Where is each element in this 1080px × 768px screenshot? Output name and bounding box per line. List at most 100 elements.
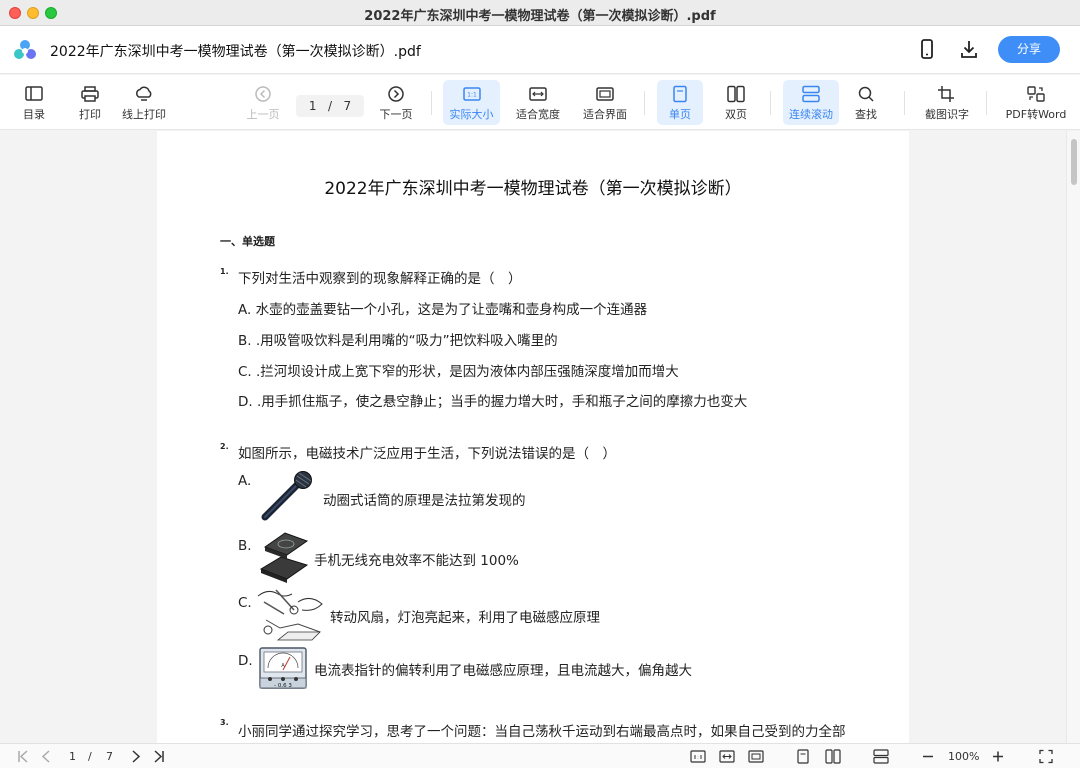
prev-page-button[interactable]: 上一页 <box>242 80 284 125</box>
window-titlebar: 2022年广东深圳中考一模物理试卷（第一次模拟诊断）.pdf <box>0 0 1080 26</box>
actual-size-icon[interactable] <box>690 748 706 765</box>
fit-screen-label: 适合界面 <box>583 108 627 121</box>
find-label: 查找 <box>855 108 877 121</box>
next-page-icon[interactable] <box>130 748 142 765</box>
fullscreen-icon[interactable] <box>1039 748 1053 765</box>
continuous-scroll-icon <box>802 85 820 103</box>
find-button[interactable]: 查找 <box>846 80 886 125</box>
pdf-to-word-label: PDF转Word <box>1005 108 1067 121</box>
fan-generator-image <box>257 589 323 641</box>
print-button[interactable]: 打印 <box>70 80 110 125</box>
mobile-icon[interactable] <box>916 38 938 60</box>
pdf-to-word-button[interactable]: PDF转Word <box>1002 80 1070 125</box>
pdf-page: 2022年广东深圳中考一模物理试卷（第一次模拟诊断） 一、单选题 1. 下列对生… <box>157 131 909 743</box>
vertical-scrollbar[interactable] <box>1066 131 1080 743</box>
last-page-icon[interactable] <box>152 748 166 765</box>
chevron-left-circle-icon <box>255 86 271 102</box>
single-page-label: 单页 <box>669 108 691 121</box>
option-c: C. .拦河坝设计成上宽下窄的形状，是因为液体内部压强随深度增加而增大 <box>238 364 679 380</box>
option-b-label: B. <box>238 538 252 554</box>
next-page-label: 下一页 <box>379 108 413 121</box>
double-page-icon <box>727 85 745 103</box>
zoom-level[interactable]: 100% <box>948 748 979 765</box>
continuous-scroll-icon[interactable] <box>873 748 889 765</box>
actual-size-button[interactable]: 1:1 实际大小 <box>443 80 500 125</box>
prev-page-icon[interactable] <box>40 748 52 765</box>
status-page-current[interactable]: 1 <box>69 748 76 765</box>
toolbar-divider <box>986 91 987 115</box>
ammeter-image: A - 0.6 3 <box>259 647 307 689</box>
page-current: 1 <box>308 99 317 113</box>
zoom-in-icon[interactable] <box>992 748 1004 765</box>
printer-icon <box>81 86 99 102</box>
question-number: 2. <box>220 442 229 451</box>
option-c-text: 转动风扇，灯泡亮起来，利用了电磁感应原理 <box>330 610 600 626</box>
option-d-text: 电流表指针的偏转利用了电磁感应原理，且电流越大，偏角越大 <box>314 663 692 679</box>
page-number-input[interactable]: 1 / 7 <box>296 95 364 117</box>
option-c-label: C. <box>238 595 252 611</box>
fit-screen-icon[interactable] <box>748 748 764 765</box>
question-text: 下列对生活中观察到的现象解释正确的是（ ） <box>238 271 522 287</box>
double-page-button[interactable]: 双页 <box>713 80 759 125</box>
convert-icon <box>1027 86 1045 102</box>
option-b-text: 手机无线充电效率不能达到 100% <box>314 553 519 569</box>
app-header: 2022年广东深圳中考一模物理试卷（第一次模拟诊断）.pdf 分享 <box>0 26 1080 74</box>
question-number: 3. <box>220 718 229 727</box>
continuous-scroll-button[interactable]: 连续滚动 <box>783 80 839 125</box>
ammeter-scale-text: - 0.6 3 <box>274 683 292 689</box>
single-page-button[interactable]: 单页 <box>657 80 703 125</box>
next-page-button[interactable]: 下一页 <box>374 80 418 125</box>
double-page-label: 双页 <box>725 108 747 121</box>
chevron-right-circle-icon <box>388 86 404 102</box>
print-label: 打印 <box>79 108 101 121</box>
fit-width-icon[interactable] <box>719 748 735 765</box>
download-icon[interactable] <box>958 38 980 60</box>
scrollbar-thumb[interactable] <box>1071 139 1077 185</box>
screenshot-ocr-button[interactable]: 截图识字 <box>920 80 974 125</box>
crop-icon <box>938 86 954 102</box>
option-b: B. .用吸管吸饮料是利用嘴的“吸力”把饮料吸入嘴里的 <box>238 333 558 349</box>
question-number: 1. <box>220 267 229 276</box>
fit-width-label: 适合宽度 <box>516 108 560 121</box>
option-a: A. 水壶的壶盖要钻一个小孔，这是为了让壶嘴和壶身构成一个连通器 <box>238 302 648 318</box>
single-page-icon[interactable] <box>796 748 810 765</box>
zoom-out-icon[interactable] <box>922 748 934 765</box>
toc-button[interactable]: 目录 <box>14 80 54 125</box>
online-print-button[interactable]: 线上打印 <box>118 80 170 125</box>
actual-size-icon: 1:1 <box>462 87 481 101</box>
actual-size-icon-text: 1:1 <box>467 92 477 99</box>
search-icon <box>858 86 874 102</box>
page-separator: / <box>327 99 333 113</box>
fit-screen-icon <box>596 87 614 101</box>
toolbar-divider <box>770 91 771 115</box>
double-page-icon[interactable] <box>825 748 841 765</box>
section-heading: 一、单选题 <box>220 235 275 248</box>
toolbar-divider <box>644 91 645 115</box>
status-page-total: 7 <box>106 750 113 763</box>
option-a-text: 动圈式话筒的原理是法拉第发现的 <box>323 493 526 509</box>
page-heading: 2022年广东深圳中考一模物理试卷（第一次模拟诊断） <box>324 179 742 199</box>
svg-text:A: A <box>281 663 285 669</box>
cloud-print-icon <box>136 86 152 101</box>
document-viewport[interactable]: 2022年广东深圳中考一模物理试卷（第一次模拟诊断） 一、单选题 1. 下列对生… <box>0 131 1066 743</box>
toolbar-divider <box>904 91 905 115</box>
microphone-image <box>261 471 312 521</box>
first-page-icon[interactable] <box>16 748 30 765</box>
fit-screen-button[interactable]: 适合界面 <box>578 80 632 125</box>
document-title: 2022年广东深圳中考一模物理试卷（第一次模拟诊断）.pdf <box>50 44 421 60</box>
option-a-label: A. <box>238 473 252 489</box>
window-title: 2022年广东深圳中考一模物理试卷（第一次模拟诊断）.pdf <box>364 9 716 24</box>
app-logo-icon <box>14 40 36 59</box>
single-page-icon <box>673 85 687 103</box>
toolbar: 目录 打印 线上打印 上一页 1 / 7 下一页 1:1 实际大小 适合宽度 适… <box>0 75 1080 130</box>
option-d-label: D. <box>238 653 253 669</box>
screenshot-ocr-label: 截图识字 <box>925 108 969 121</box>
prev-page-label: 上一页 <box>246 108 280 121</box>
option-d: D. .用手抓住瓶子，使之悬空静止；当手的握力增大时，手和瓶子之间的摩擦力也变大 <box>238 394 748 410</box>
fit-width-button[interactable]: 适合宽度 <box>511 80 565 125</box>
toc-label: 目录 <box>23 108 45 121</box>
share-button[interactable]: 分享 <box>998 36 1060 63</box>
question-text: 如图所示，电磁技术广泛应用于生活，下列说法错误的是（ ） <box>238 446 616 462</box>
actual-size-label: 实际大小 <box>449 108 494 121</box>
wireless-charger-image <box>259 532 309 583</box>
